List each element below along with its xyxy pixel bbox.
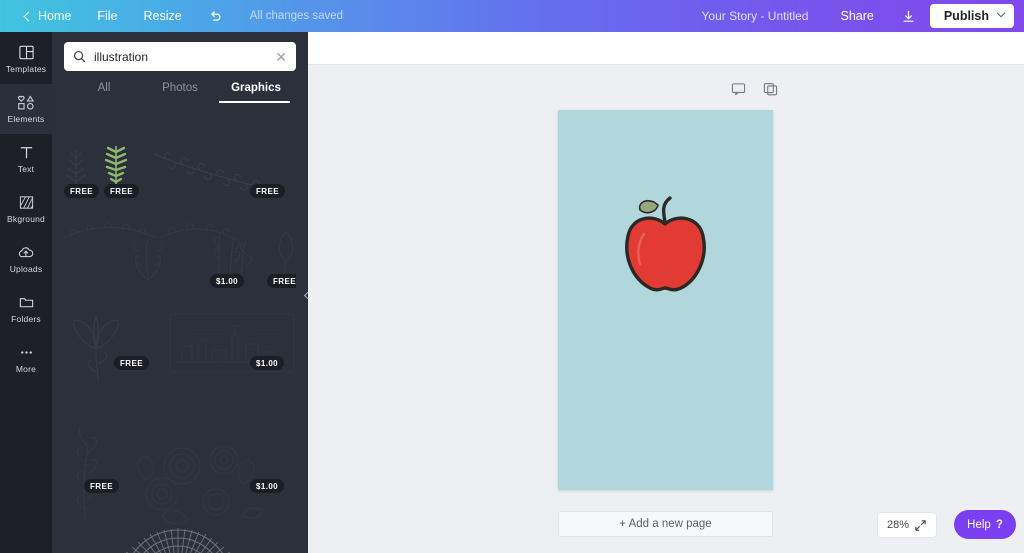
price-badge: FREE: [250, 184, 285, 198]
undo-icon: [208, 9, 223, 24]
add-page-label: + Add a new page: [619, 518, 711, 530]
sidebar-label: More: [16, 364, 36, 374]
add-new-page-button[interactable]: + Add a new page: [558, 511, 773, 537]
tab-label: All: [98, 82, 111, 94]
sidebar-item-elements[interactable]: Elements: [0, 84, 52, 134]
resize-button[interactable]: Resize: [131, 0, 195, 32]
close-icon[interactable]: ✕: [275, 50, 287, 64]
price-badge: $1.00: [210, 274, 244, 288]
search-area: illustration ✕ All Photos Graphics: [52, 32, 308, 103]
header-right-group: Your Story - Untitled Share Publish: [702, 4, 1024, 28]
uploads-icon: [17, 244, 35, 261]
chevron-left-icon: [24, 11, 34, 21]
share-label: Share: [840, 9, 873, 23]
tab-all[interactable]: All: [66, 82, 142, 103]
sidebar-item-text[interactable]: Text: [0, 134, 52, 184]
elements-icon: [17, 94, 36, 111]
editor-toolbar: [308, 32, 1024, 65]
text-icon: [18, 144, 35, 161]
design-canvas[interactable]: [558, 110, 773, 490]
tab-graphics[interactable]: Graphics: [218, 82, 294, 103]
apple-leaf: [640, 201, 658, 213]
folders-icon: [18, 294, 35, 311]
app-header: Home File Resize All changes saved Your …: [0, 0, 1024, 32]
publish-label: Publish: [944, 9, 989, 23]
save-status-text: All changes saved: [236, 10, 343, 22]
comment-icon[interactable]: [731, 82, 746, 101]
search-input[interactable]: illustration ✕: [64, 42, 296, 71]
price-badge: $1.00: [250, 356, 284, 370]
download-icon: [901, 9, 916, 24]
resize-label: Resize: [144, 9, 182, 23]
templates-icon: [18, 44, 35, 61]
tab-photos[interactable]: Photos: [142, 82, 218, 103]
price-badge: FREE: [114, 356, 149, 370]
sidebar-item-folders[interactable]: Folders: [0, 284, 52, 334]
zoom-level-value: 28%: [887, 519, 909, 531]
document-title: Your Story - Untitled: [702, 9, 827, 23]
left-sidebar: Templates Elements Text: [0, 32, 52, 553]
search-query-value[interactable]: illustration: [94, 50, 267, 64]
publish-button[interactable]: Publish: [930, 4, 1014, 28]
sidebar-label: Templates: [6, 64, 47, 74]
tab-label: Graphics: [231, 82, 281, 94]
question-mark-icon: ?: [996, 519, 1003, 531]
help-button[interactable]: Help ?: [954, 510, 1016, 539]
undo-button[interactable]: [195, 0, 236, 32]
sidebar-label: Elements: [7, 114, 44, 124]
sidebar-label: Folders: [11, 314, 41, 324]
duplicate-page-icon[interactable]: [763, 82, 778, 101]
sidebar-item-uploads[interactable]: Uploads: [0, 234, 52, 284]
sidebar-label: Bkground: [7, 214, 45, 224]
page-tools: [731, 82, 778, 101]
share-button[interactable]: Share: [826, 4, 887, 28]
price-badge: $1.00: [250, 479, 284, 493]
help-label: Help: [967, 519, 991, 531]
more-icon: [18, 344, 35, 361]
search-results-grid[interactable]: FREE FREE FREE $1.00 FREE $1.00 FREE $1.…: [52, 140, 308, 553]
background-icon: [18, 194, 35, 211]
search-icon: [73, 50, 86, 63]
price-badge: FREE: [104, 184, 139, 198]
file-label: File: [97, 9, 117, 23]
elements-search-panel: illustration ✕ All Photos Graphics: [52, 32, 308, 553]
price-badge: FREE: [64, 184, 99, 198]
sidebar-label: Uploads: [10, 264, 43, 274]
download-button[interactable]: [894, 4, 924, 28]
sidebar-item-more[interactable]: More: [0, 334, 52, 384]
editor-stage[interactable]: + Add a new page 28% Help ?: [308, 65, 1024, 553]
sidebar-item-bkground[interactable]: Bkground: [0, 184, 52, 234]
zoom-control[interactable]: 28%: [877, 512, 937, 538]
home-button[interactable]: Home: [12, 0, 84, 32]
file-menu-button[interactable]: File: [84, 0, 130, 32]
sidebar-label: Text: [18, 164, 34, 174]
apple-illustration[interactable]: [558, 110, 773, 490]
header-left-group: Home File Resize All changes saved: [0, 0, 343, 32]
apple-stem: [664, 198, 670, 222]
sidebar-item-templates[interactable]: Templates: [0, 34, 52, 84]
expand-arrows-icon[interactable]: [914, 519, 927, 532]
price-badge: FREE: [84, 479, 119, 493]
chevron-down-icon: [997, 9, 1005, 17]
result-tabs: All Photos Graphics: [64, 82, 296, 103]
home-label: Home: [38, 9, 71, 23]
tab-label: Photos: [162, 82, 198, 94]
